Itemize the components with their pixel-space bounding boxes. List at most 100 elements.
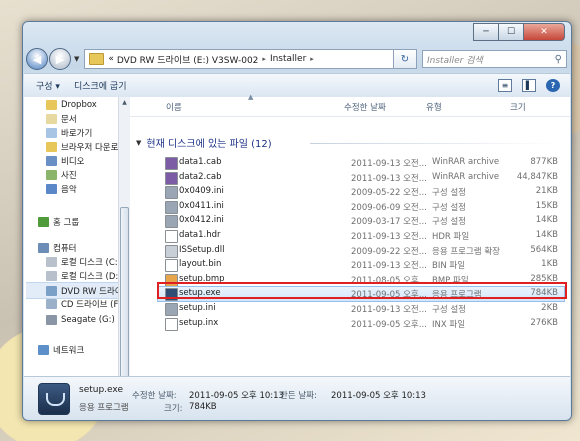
view-options-icon[interactable]: ≡	[498, 79, 512, 92]
file-icon	[165, 157, 178, 170]
sidebar-item[interactable]: Dropbox	[24, 97, 97, 112]
sidebar-item[interactable]: 사진	[24, 167, 77, 182]
pictures-icon	[46, 169, 57, 180]
minimize-button[interactable]: ─	[473, 23, 499, 41]
music-icon	[46, 183, 57, 194]
forward-button[interactable]: ▶	[49, 48, 71, 70]
sidebar-item[interactable]: Seagate (G:)	[24, 312, 115, 327]
file-type: 응용 프로그램 확장	[432, 246, 500, 257]
file-size: 21KB	[535, 186, 558, 197]
help-icon[interactable]: ?	[546, 79, 560, 92]
file-row[interactable]: 0x0412.ini 2009-03-17 오전... 구성 설정 14KB	[158, 214, 564, 229]
column-date[interactable]: 수정한 날짜	[344, 101, 386, 113]
search-icon[interactable]: ⚲	[555, 54, 562, 65]
file-date: 2011-09-05 오후...	[351, 319, 427, 330]
documents-icon	[46, 113, 57, 124]
created-value: 2011-09-05 오후 10:13	[331, 391, 426, 401]
sidebar-item[interactable]: 로컬 디스크 (C:	[24, 254, 118, 269]
file-row[interactable]: data1.hdr 2011-09-13 오전... HDR 파일 14KB	[158, 229, 564, 243]
sidebar-item-label: 컴퓨터	[53, 243, 77, 254]
column-type[interactable]: 유형	[426, 101, 442, 113]
file-type: BIN 파일	[432, 261, 466, 272]
collapse-chevron-icon[interactable]: ▼	[136, 139, 141, 147]
file-type: 구성 설정	[432, 188, 466, 199]
file-size: 14KB	[535, 230, 558, 240]
file-date: 2011-09-13 오전...	[351, 159, 427, 169]
burn-to-disc-button[interactable]: 디스크에 굽기	[74, 79, 127, 92]
file-name: 0x0411.ini	[179, 200, 224, 211]
sidebar-item-label: 비디오	[61, 156, 85, 167]
sidebar-item-label: CD 드라이브 (F	[61, 299, 119, 310]
file-icon	[165, 303, 178, 316]
sidebar-item-label: 음악	[61, 184, 77, 195]
file-icon	[165, 230, 178, 243]
breadcrumb-separator-icon[interactable]: ▸	[262, 55, 266, 63]
sidebar-item[interactable]: 로컬 디스크 (D:	[24, 268, 118, 283]
network-icon	[38, 344, 49, 355]
search-placeholder: Installer 검색	[427, 55, 483, 66]
file-row[interactable]: 0x0409.ini 2009-05-22 오전... 구성 설정 21KB	[158, 185, 564, 200]
sidebar-item[interactable]: 네트워크	[24, 342, 84, 357]
address-bar[interactable]: « DVD RW 드라이브 (E:) V3SW-002 ▸ Installer …	[84, 49, 394, 69]
column-size[interactable]: 크기	[510, 101, 526, 113]
breadcrumb-separator-icon[interactable]: ▸	[310, 55, 314, 63]
window-controls: ─ ☐ ✕	[473, 23, 565, 41]
group-header[interactable]: ▼ 현재 디스크에 있는 파일 (12)	[136, 135, 272, 151]
organize-button[interactable]: 구성 ▾	[36, 79, 60, 92]
refresh-button[interactable]: ↻	[394, 49, 417, 69]
file-row[interactable]: ISSetup.dll 2009-09-22 오전... 응용 프로그램 확장 564…	[158, 244, 564, 258]
file-icon	[165, 244, 178, 258]
sidebar-item[interactable]: 음악	[24, 181, 77, 196]
sidebar-item[interactable]: 문서	[24, 111, 77, 126]
file-row[interactable]: setup.inx 2011-09-05 오후... INX 파일 276KB	[158, 317, 564, 331]
preview-pane-icon[interactable]: ▌	[522, 79, 536, 92]
file-size: 14KB	[535, 215, 558, 226]
shortcut-icon	[46, 127, 57, 138]
sidebar-item-label: 사진	[61, 170, 77, 181]
file-row[interactable]: data1.cab 2011-09-13 오전... WinRAR archive 8…	[158, 156, 564, 170]
sidebar-item-label: 홈 그룹	[53, 217, 80, 228]
sidebar-item-label: Seagate (G:)	[61, 314, 115, 325]
drive-icon	[46, 270, 57, 281]
address-overflow[interactable]: «	[108, 54, 114, 64]
navigation-scrollbar[interactable]: ▲ ▼	[118, 97, 130, 393]
sidebar-item[interactable]: 홈 그룹	[24, 214, 79, 229]
maximize-button[interactable]: ☐	[498, 23, 524, 41]
file-row[interactable]: 0x0411.ini 2009-06-09 오전... 구성 설정 15KB	[158, 200, 564, 214]
file-size: 276KB	[530, 317, 558, 328]
file-size: 15KB	[535, 200, 558, 211]
file-type: 구성 설정	[432, 217, 466, 228]
sidebar-item[interactable]: 바로가기	[24, 125, 92, 140]
file-size: 44,847KB	[516, 171, 558, 182]
back-button[interactable]: ◀	[26, 48, 48, 70]
close-button[interactable]: ✕	[523, 23, 565, 41]
installer-app-icon	[38, 383, 70, 415]
recent-pages-dropdown-icon[interactable]: ▼	[74, 55, 79, 63]
file-date: 2011-09-13 오전...	[351, 261, 427, 272]
file-date: 2011-09-13 오전...	[351, 173, 427, 184]
scrollbar-thumb[interactable]	[120, 207, 129, 384]
file-name: setup.ini	[179, 303, 216, 313]
breadcrumb-drive[interactable]: DVD RW 드라이브 (E:) V3SW-002	[117, 53, 259, 66]
sidebar-item-label: 바로가기	[61, 128, 93, 139]
breadcrumb-installer[interactable]: Installer	[270, 54, 306, 64]
file-type: WinRAR archive	[432, 171, 500, 182]
search-box[interactable]: Installer 검색 ⚲	[422, 50, 567, 68]
sidebar-item[interactable]: CD 드라이브 (F	[24, 296, 118, 311]
details-file-name: setup.exe	[79, 385, 123, 395]
file-date: 2009-09-22 오전...	[351, 246, 427, 257]
scroll-up-icon[interactable]: ▲	[119, 97, 130, 109]
file-row[interactable]: data2.cab 2011-09-13 오전... WinRAR archive 4…	[158, 171, 564, 185]
drive-icon	[46, 256, 57, 267]
sidebar-item[interactable]: 컴퓨터	[24, 240, 76, 255]
sidebar-item[interactable]: 비디오	[24, 153, 84, 168]
computer-icon	[38, 242, 49, 253]
file-row[interactable]: setup.ini 2011-09-13 오전... 구성 설정 2KB	[158, 302, 564, 316]
explorer-window: ─ ☐ ✕ ◀ ▶ ▼ « DVD RW 드라이브 (E:) V3SW-002 …	[22, 21, 572, 421]
file-row[interactable]: layout.bin 2011-09-13 오전... BIN 파일 1KB	[158, 258, 564, 273]
column-name[interactable]: 이름	[166, 101, 182, 113]
cd-drive-icon	[46, 298, 57, 309]
file-date: 2009-03-17 오전...	[351, 217, 427, 228]
sidebar-item[interactable]: 브라우저 다운로	[24, 139, 118, 154]
video-icon	[46, 155, 57, 166]
